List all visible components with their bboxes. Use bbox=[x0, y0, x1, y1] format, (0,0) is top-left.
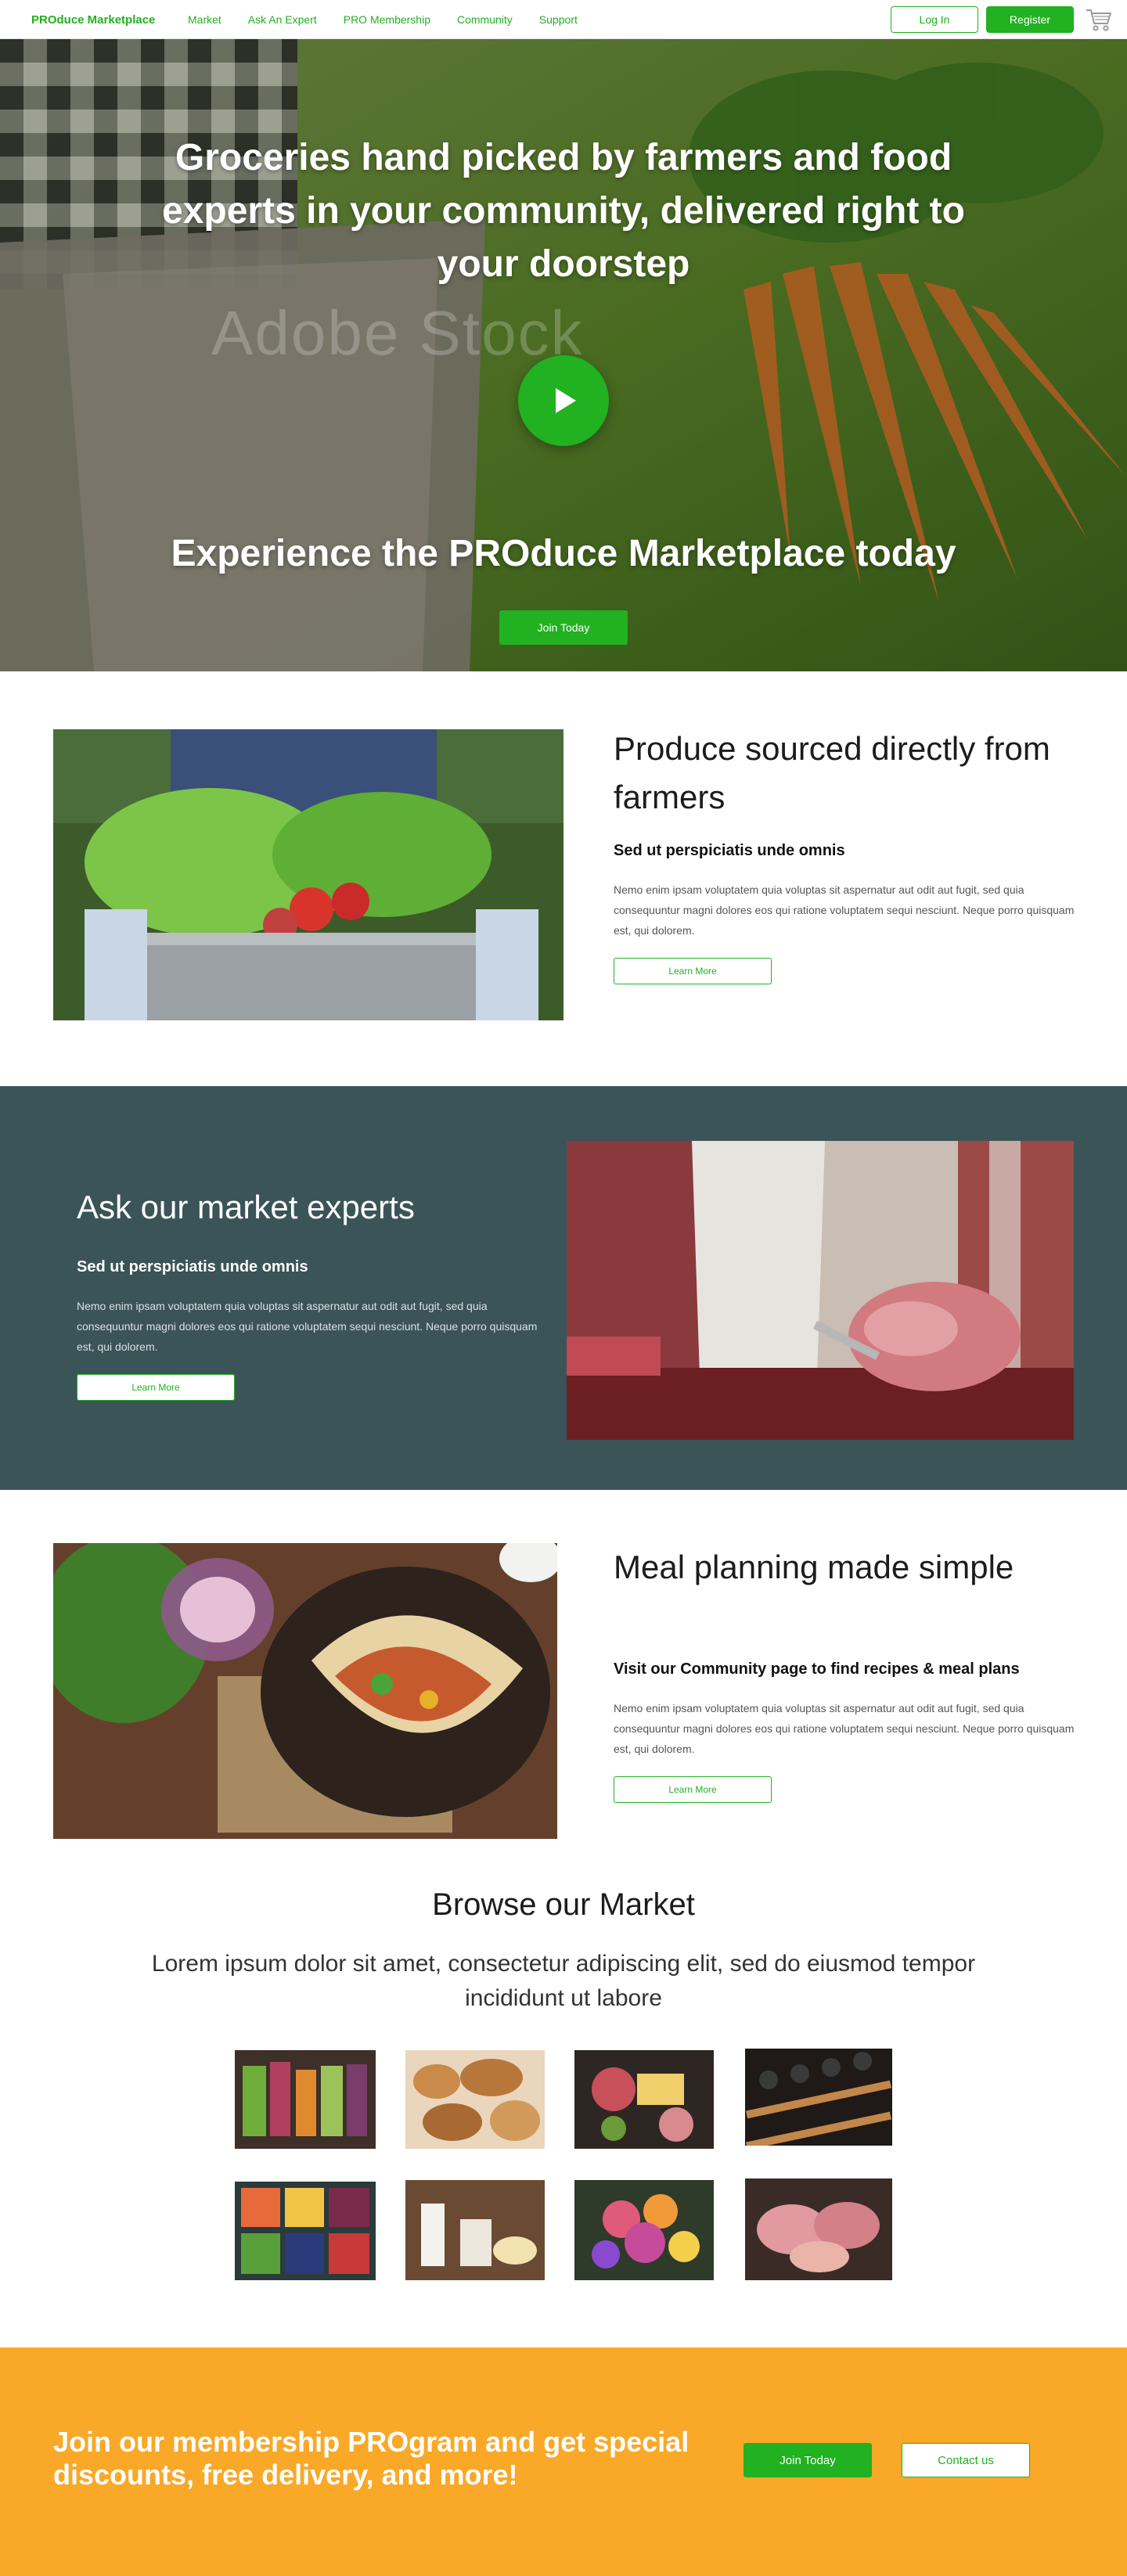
feature-meal-learn-more-button[interactable]: Learn More bbox=[614, 1776, 772, 1803]
market-tile-bread[interactable] bbox=[405, 2050, 545, 2149]
play-video-button[interactable] bbox=[518, 355, 609, 446]
market-tile-wine[interactable] bbox=[745, 2049, 892, 2146]
market-tile-fruit[interactable] bbox=[235, 2182, 376, 2280]
feature-farmers-section: Produce sourced directly from farmers Se… bbox=[0, 671, 1127, 1086]
feature-experts-section: Ask our market experts Sed ut perspiciat… bbox=[0, 1086, 1127, 1490]
cart-icon[interactable] bbox=[1085, 6, 1113, 33]
hero-subtitle: Experience the PROduce Marketplace today bbox=[171, 533, 956, 574]
nav-link-market[interactable]: Market bbox=[188, 13, 221, 26]
tacos-image bbox=[53, 1543, 557, 1839]
login-button[interactable]: Log In bbox=[891, 6, 978, 33]
feature-farmers-learn-more-button[interactable]: Learn More bbox=[614, 958, 772, 984]
register-button[interactable]: Register bbox=[986, 6, 1074, 33]
membership-join-button[interactable]: Join Today bbox=[744, 2443, 872, 2477]
feature-farmers-subtitle: Sed ut perspiciatis unde omnis bbox=[614, 842, 845, 859]
butcher-image bbox=[567, 1141, 1074, 1440]
hero-join-button[interactable]: Join Today bbox=[499, 610, 628, 645]
feature-farmers-title: Produce sourced directly from farmers bbox=[614, 730, 1050, 815]
feature-meal-title: Meal planning made simple bbox=[614, 1549, 1014, 1585]
membership-cta-banner: Join our membership PROgram and get spec… bbox=[0, 2348, 1127, 2576]
browse-title: Browse our Market bbox=[432, 1887, 695, 1922]
market-tile-vegetables[interactable] bbox=[235, 2050, 376, 2149]
nav-link-support[interactable]: Support bbox=[539, 13, 578, 26]
nav-link-pro-membership[interactable]: PRO Membership bbox=[344, 13, 430, 26]
nav-link-community[interactable]: Community bbox=[457, 13, 513, 26]
brand-logo[interactable]: PROduce Marketplace bbox=[31, 13, 155, 27]
feature-experts-learn-more-button[interactable]: Learn More bbox=[77, 1374, 235, 1401]
farmers-produce-image bbox=[53, 729, 564, 1020]
feature-experts-body: Nemo enim ipsam voluptatem quia voluptas… bbox=[77, 1300, 538, 1353]
nav-link-ask-an-expert[interactable]: Ask An Expert bbox=[248, 13, 317, 26]
watermark-text: Adobe Stock bbox=[211, 298, 584, 368]
feature-meal-section: Meal planning made simple Visit our Comm… bbox=[0, 1490, 1127, 1850]
hero-title: Groceries hand picked by farmers and foo… bbox=[162, 137, 965, 285]
market-tile-meat[interactable] bbox=[745, 2178, 892, 2280]
membership-text: Join our membership PROgram and get spec… bbox=[53, 2426, 690, 2491]
market-tile-flowers[interactable] bbox=[574, 2180, 714, 2280]
hero-banner: Adobe Stock Groceries hand picked by far… bbox=[0, 39, 1127, 671]
feature-experts-title: Ask our market experts bbox=[77, 1189, 415, 1225]
feature-experts-subtitle: Sed ut perspiciatis unde omnis bbox=[77, 1258, 308, 1275]
market-tile-dairy[interactable] bbox=[405, 2180, 545, 2280]
browse-subtitle: Lorem ipsum dolor sit amet, consectetur … bbox=[151, 1951, 976, 2011]
market-tile-charcuterie[interactable] bbox=[574, 2050, 714, 2149]
feature-meal-body: Nemo enim ipsam voluptatem quia voluptas… bbox=[614, 1702, 1075, 1755]
feature-meal-subtitle: Visit our Community page to find recipes… bbox=[614, 1660, 1020, 1678]
feature-farmers-body: Nemo enim ipsam voluptatem quia voluptas… bbox=[614, 883, 1075, 937]
play-icon bbox=[556, 388, 576, 413]
nav-links: Market Ask An Expert PRO Membership Comm… bbox=[188, 13, 604, 26]
top-nav: PROduce Marketplace Market Ask An Expert… bbox=[0, 0, 1127, 39]
contact-us-button[interactable]: Contact us bbox=[902, 2443, 1030, 2477]
